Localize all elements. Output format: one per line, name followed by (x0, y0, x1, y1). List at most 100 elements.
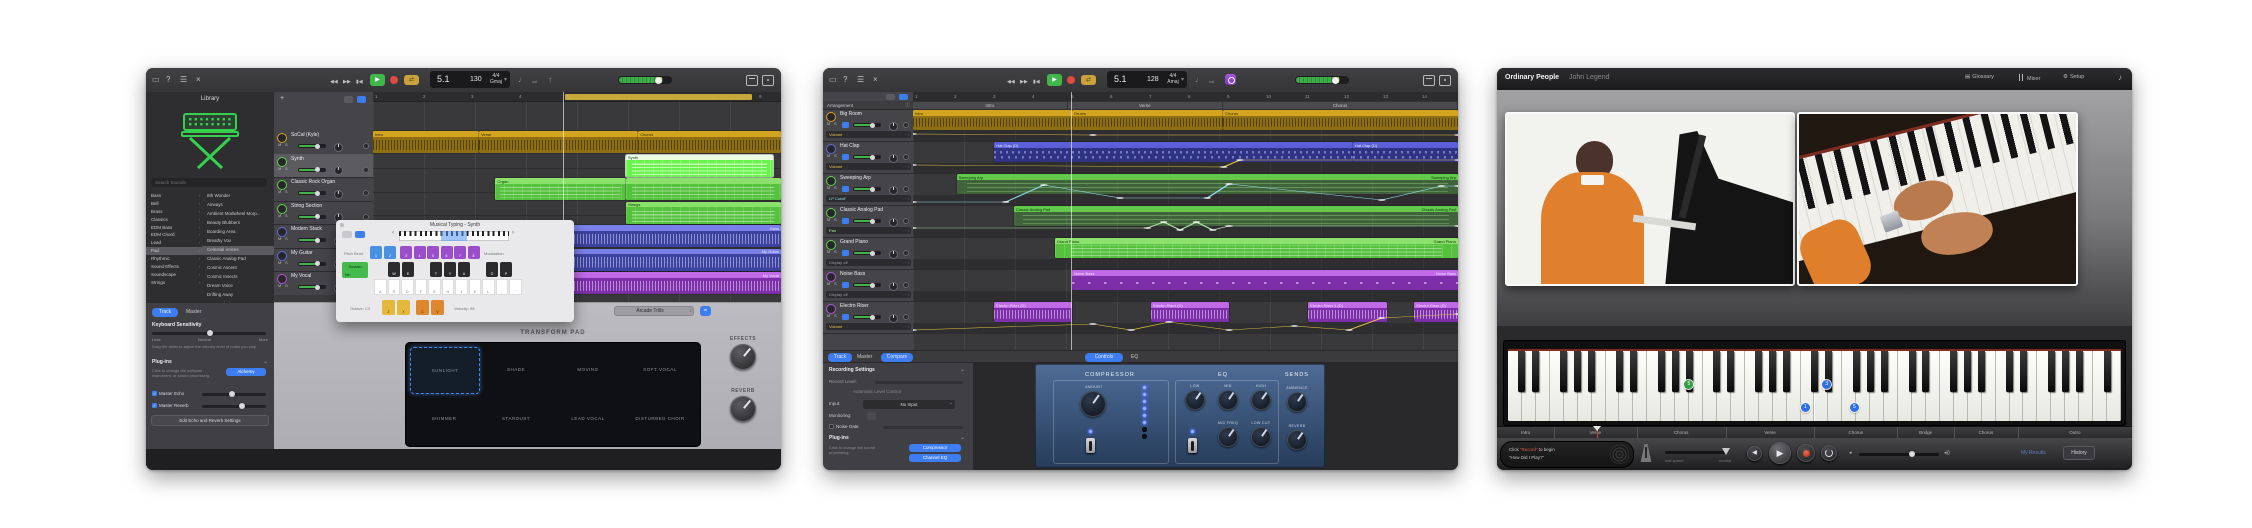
mt-white-key-D[interactable]: D (401, 279, 414, 295)
track-volume-slider[interactable] (853, 315, 881, 319)
mt-white-key-G[interactable]: G (428, 279, 441, 295)
pad-cell-lead-vocal[interactable]: LEAD VOCAL (554, 396, 622, 441)
solo-icon[interactable]: S (834, 281, 837, 286)
solo-icon[interactable]: S (285, 213, 288, 218)
play-button[interactable]: ▶ (1047, 74, 1062, 86)
lcd-key-signature[interactable]: 4/4Amaj (1165, 73, 1181, 85)
editor-toggle-icon[interactable] (1423, 75, 1435, 86)
lesson-piano-keyboard[interactable]: 5315 (1503, 340, 2126, 426)
noise-gate-checkbox[interactable] (829, 424, 834, 429)
lcd-position[interactable]: 5.1 (1114, 74, 1127, 84)
library-search-input[interactable] (151, 178, 267, 187)
record-button[interactable] (1067, 76, 1075, 84)
toolbar-close-icon[interactable]: × (873, 75, 878, 85)
input-monitor-icon[interactable] (363, 190, 369, 196)
mt-white-key-K[interactable]: K (469, 279, 482, 295)
arrangement-marker-intro[interactable]: Intro (913, 102, 1067, 109)
library-category-brass[interactable]: Brass› (146, 208, 202, 216)
notification-icon[interactable] (1439, 75, 1451, 86)
timeline-region[interactable]: Strings (626, 202, 781, 224)
share-icon[interactable]: ↑ (548, 75, 552, 85)
timeline-region[interactable]: Electro Riser (D) (1151, 302, 1229, 322)
mt-white-key-S[interactable]: S (388, 279, 401, 295)
record-button[interactable] (1797, 444, 1815, 462)
automation-toggle-icon[interactable] (842, 250, 849, 256)
lcd-key-signature[interactable]: 4/4Gmaj (488, 73, 504, 85)
automation-mini-icon[interactable] (357, 96, 366, 103)
pan-knob[interactable] (889, 218, 898, 227)
black-key[interactable] (2104, 351, 2111, 392)
tab-master[interactable]: Master (186, 309, 201, 315)
mt-black-key-T[interactable]: T (430, 262, 442, 277)
solo-icon[interactable]: S (834, 153, 837, 158)
channel-eq-button[interactable]: Channel EQ (909, 454, 961, 462)
track-volume-slider[interactable] (298, 144, 326, 148)
pad-cell-shade[interactable]: SHADE (482, 347, 550, 392)
fast-forward-button[interactable]: ▶▶ (1020, 77, 1028, 87)
library-category-edm-bass[interactable]: EDM Bass› (146, 224, 202, 232)
history-button[interactable]: History (2063, 446, 2095, 460)
tuner-icon[interactable]: ♩ (518, 75, 526, 85)
mt-bend-key-2[interactable]: 2 (384, 246, 396, 259)
my-results-button[interactable]: My Results (2021, 450, 2046, 456)
input-monitor-icon[interactable] (363, 214, 369, 220)
automation-parameter-pill[interactable]: Pan↕ (826, 227, 911, 234)
input-monitor-icon[interactable] (903, 186, 909, 192)
mute-icon[interactable]: M (278, 260, 281, 265)
music-notes-icon[interactable]: ♪ (2118, 73, 2122, 82)
solo-icon[interactable]: S (285, 142, 288, 147)
black-key[interactable] (1978, 351, 1985, 392)
eq-toggle[interactable] (1188, 438, 1197, 453)
black-key[interactable] (1769, 351, 1776, 392)
black-key[interactable] (1727, 351, 1734, 392)
automation-mini-icon[interactable] (899, 94, 908, 100)
track-header-electro-riser[interactable]: Electro RiserMSVolume↕ (823, 301, 913, 334)
black-key[interactable] (1560, 351, 1567, 392)
timeline-region[interactable]: Verse (479, 131, 638, 153)
black-key[interactable] (1658, 351, 1665, 392)
track-volume-slider[interactable] (853, 187, 881, 191)
automation-toggle-icon[interactable] (842, 186, 849, 192)
recording-chevron-icon[interactable]: ⌄ (960, 366, 965, 373)
mt-white-key-L[interactable]: L (482, 279, 495, 295)
track-volume-slider[interactable] (298, 191, 326, 195)
track-volume-slider[interactable] (853, 219, 881, 223)
master-echo-slider[interactable] (202, 393, 266, 396)
library-patch-drifting-away[interactable]: Drifting Away (202, 291, 274, 300)
filter-mini-icon[interactable] (886, 94, 895, 100)
black-key[interactable] (1630, 351, 1637, 392)
black-key[interactable] (1518, 351, 1525, 392)
black-key[interactable] (2062, 351, 2069, 392)
toolbar-quick-help-icon[interactable]: ? (166, 75, 170, 85)
arrangement-marker-verse[interactable]: Verse (1068, 102, 1222, 109)
pan-knob[interactable] (889, 250, 898, 259)
solo-icon[interactable]: S (834, 121, 837, 126)
pad-cell-sunlight[interactable]: SUNLIGHT (410, 347, 480, 394)
compressor-button[interactable]: Compressor (909, 444, 961, 452)
timeline-region[interactable]: Intro (373, 131, 479, 153)
track-header-noise-bass[interactable]: Noise BassMSDisplay off↕ (823, 269, 913, 302)
black-key[interactable] (1853, 351, 1860, 392)
plugins-chevron-icon[interactable]: ⌄ (263, 358, 268, 365)
lcd-position[interactable]: 5.1 (437, 74, 450, 84)
library-category-sound-effects[interactable]: Sound Effects› (146, 263, 202, 271)
mt-velocity-key-V[interactable]: V (431, 300, 444, 315)
mt-octave-strip[interactable] (399, 231, 509, 241)
track-header-synth[interactable]: SynthMS (274, 154, 373, 179)
mute-icon[interactable]: M (278, 166, 281, 171)
pan-knob[interactable] (889, 122, 898, 131)
track-volume-slider[interactable] (853, 155, 881, 159)
black-key[interactable] (1867, 351, 1874, 392)
rewind-button[interactable]: ◀◀ (330, 77, 338, 87)
toolbar-quick-help-icon[interactable]: ? (843, 75, 847, 85)
mute-icon[interactable]: M (278, 142, 281, 147)
library-category-pad[interactable]: Pad› (146, 247, 202, 255)
sends-knob-reverb[interactable] (1287, 430, 1307, 450)
toolbar-smart-controls-icon[interactable]: ☰ (857, 75, 864, 85)
automation-toggle-icon[interactable] (842, 314, 849, 320)
mt-black-key-Y[interactable]: Y (444, 262, 456, 277)
pan-knob[interactable] (889, 186, 898, 195)
pan-knob[interactable] (889, 314, 898, 323)
black-key[interactable] (1616, 351, 1623, 392)
automation-parameter-pill[interactable]: Display off↕ (826, 259, 911, 266)
